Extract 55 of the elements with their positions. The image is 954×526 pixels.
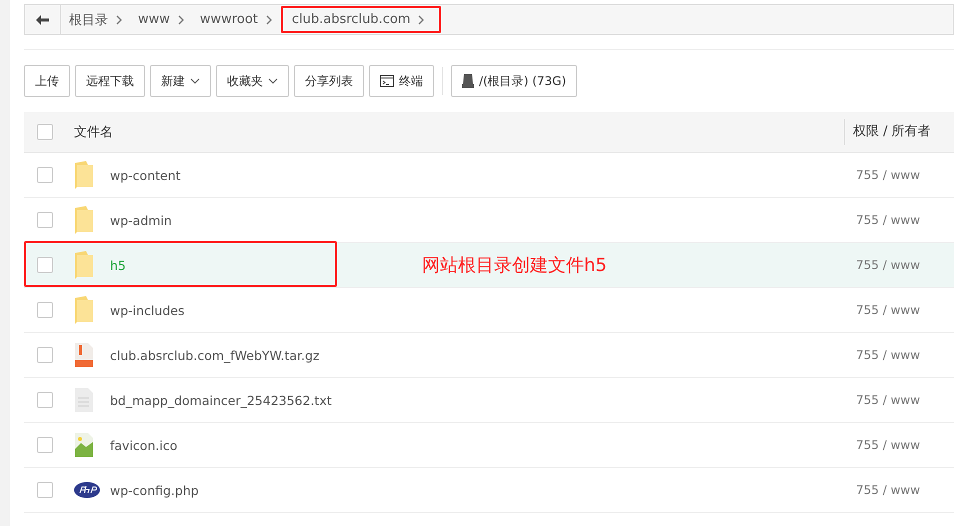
chevron-right-icon [266,14,272,24]
toolbar-button[interactable]: 终端 [369,65,434,97]
column-header: 权限 / 所有者 [844,119,954,145]
permission-text: 755 / www [855,483,922,497]
php-file-icon [74,482,100,498]
toolbar-button[interactable]: 分享列表 [294,65,364,97]
annotation-text: 网站根目录创建文件h5 [422,254,607,277]
checkbox[interactable] [37,347,53,363]
permission-text: 755 / www [855,168,922,182]
folder-icon [74,251,94,279]
checkbox[interactable] [37,257,53,273]
permission-text: 755 / www [855,348,922,362]
checkbox[interactable] [37,437,53,453]
checkbox[interactable] [37,392,53,408]
breadcrumb-link[interactable]: wwwroot [200,12,258,27]
chevron-right-icon [418,14,424,24]
folder-icon [74,296,94,324]
breadcrumb-link[interactable]: 根目录 [69,10,108,28]
file-name[interactable]: favicon.ico [110,438,178,452]
caret-icon [268,78,278,84]
file-name[interactable]: wp-config.php [110,482,199,498]
archive-file-icon [74,343,94,367]
file-name[interactable]: bd_mapp_domaincer_25423562.txt [110,392,332,408]
checkbox[interactable] [37,482,53,498]
column-header: 文件名 [74,124,114,141]
permission-text: 755 / www [855,213,922,227]
breadcrumb-link[interactable]: www [138,12,170,27]
permission-text: 755 / www [855,303,922,317]
checkbox[interactable] [37,212,53,228]
back-arrow-icon [36,14,49,24]
toolbar-button[interactable]: 远程下载 [75,65,145,97]
disk-icon [462,74,474,88]
folder-icon [74,206,94,234]
file-name[interactable]: wp-includes [110,302,184,318]
checkbox[interactable] [37,302,53,318]
terminal-icon [380,75,394,87]
chevron-right-icon [116,14,122,24]
toolbar-button[interactable]: 收藏夹 [216,65,289,97]
text-file-icon [74,388,94,412]
checkbox[interactable] [37,167,53,183]
breadcrumb-link[interactable]: club.absrclub.com [292,12,410,27]
toolbar-button[interactable]: /(根目录) (73G) [451,65,578,97]
image-file-icon [74,433,94,457]
file-name[interactable]: club.absrclub.com_fWebYW.tar.gz [110,348,320,362]
folder-icon [74,161,94,189]
caret-icon [190,78,200,84]
permission-text: 755 / www [855,438,922,452]
permission-text: 755 / www [855,393,922,407]
toolbar-button[interactable]: 上传 [24,65,70,97]
permission-text: 755 / www [855,258,922,272]
file-name[interactable]: wp-content [110,168,181,182]
checkbox[interactable] [37,124,53,140]
chevron-right-icon [178,14,184,24]
file-name[interactable]: wp-admin [110,212,172,228]
toolbar-button[interactable]: 新建 [150,65,211,97]
